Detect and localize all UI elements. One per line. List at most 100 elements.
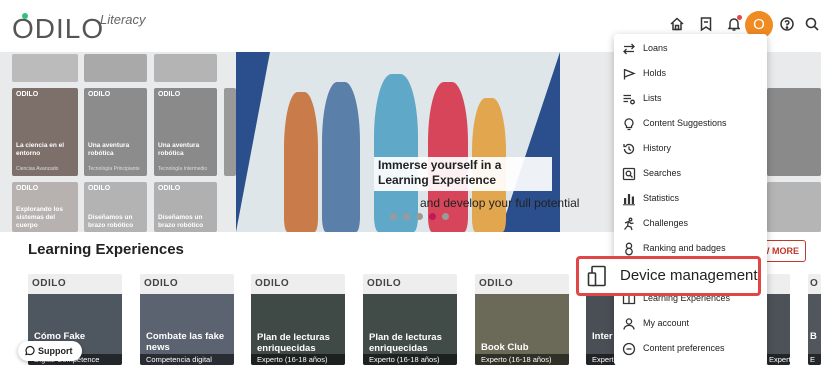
search-icon[interactable] [804, 16, 820, 32]
tile-title: Diseñamos un brazo robótico [158, 214, 204, 229]
carousel-dot-active[interactable] [429, 213, 436, 220]
device-icon [587, 265, 607, 287]
lists-icon [622, 92, 636, 106]
searches-icon [622, 167, 636, 181]
user-menu-dropdown: Loans Holds Lists Content Suggestions Hi… [614, 34, 767, 365]
course-card[interactable]: O B E [808, 274, 821, 365]
tile-course[interactable]: ODILO Diseñamos un brazo robótico [154, 182, 217, 232]
menu-item-holds[interactable]: Holds [614, 62, 767, 86]
menu-item-content-preferences[interactable]: Content preferences [614, 337, 767, 361]
chat-bubble-icon [25, 345, 35, 356]
tile-thumb[interactable] [12, 54, 78, 82]
menu-item-loans[interactable]: Loans [614, 37, 767, 61]
loans-icon [622, 42, 636, 56]
tile-title: Explorando los sistemas del cuerpo [16, 206, 63, 229]
course-card[interactable]: ODILO Plan de lecturas enriquecidas Expe… [251, 274, 345, 365]
tile-course[interactable]: ODILO La ciencia en el entorno Ciencias … [12, 88, 78, 176]
menu-item-label: Holds [643, 68, 667, 78]
carousel-dot[interactable] [442, 213, 449, 220]
menu-item-challenges[interactable]: Challenges [614, 212, 767, 236]
card-level: Expert (16-18 years) [586, 354, 616, 365]
account-icon [622, 317, 636, 331]
tile-course[interactable] [224, 88, 236, 176]
tile-brand: ODILO [88, 91, 111, 98]
card-title: Inter Read [592, 331, 616, 342]
course-card[interactable]: ODILO Book Club Experto (16-18 años) [475, 274, 569, 365]
card-brand: O [810, 278, 819, 289]
tile-course[interactable]: ODILO Una aventura robótica Tecnología P… [84, 88, 147, 176]
section-title: Learning Experiences [28, 241, 184, 258]
menu-item-device-management[interactable]: Device management [576, 256, 761, 296]
app: ODILO La ciencia en el entorno Ciencias … [0, 0, 821, 365]
card-title: Plan de lecturas enriquecidas [369, 332, 442, 354]
tile-title: La ciencia en el entorno [16, 142, 65, 157]
card-brand: ODILO [367, 278, 402, 289]
card-title: Plan de lecturas enriquecidas [257, 332, 330, 354]
tile-course[interactable]: ODILO Explorando los sistemas del cuerpo [12, 182, 78, 232]
card-brand: ODILO [479, 278, 514, 289]
carousel-dot[interactable] [390, 213, 397, 220]
card-level: Experto (16-18 años) [363, 354, 457, 365]
course-card[interactable]: ODILO Plan de lecturas enriquecidas Expe… [363, 274, 457, 365]
help-icon[interactable] [779, 16, 795, 32]
ranking-icon [622, 242, 636, 256]
card-brand: ODILO [144, 278, 179, 289]
tile-thumb[interactable] [154, 54, 217, 82]
preferences-icon [622, 342, 636, 356]
menu-item-label: Loans [643, 43, 668, 53]
menu-item-content-suggestions[interactable]: Content Suggestions [614, 112, 767, 136]
menu-item-searches[interactable]: Searches [614, 162, 767, 186]
card-level: E [808, 354, 821, 365]
menu-item-history[interactable]: History [614, 137, 767, 161]
menu-item-label: My account [643, 318, 690, 328]
menu-item-label: History [643, 143, 672, 153]
card-level: Competencia digital [140, 354, 234, 365]
card-level: Experto (16-18 años) [475, 354, 569, 365]
tile-course[interactable] [767, 182, 821, 232]
tile-course[interactable] [767, 88, 821, 176]
course-card[interactable]: ODILO Combate las fake news Competencia … [140, 274, 234, 365]
tile-thumb[interactable] [84, 54, 147, 82]
tile-title: Una aventura robótica [88, 142, 130, 157]
logo-dot [22, 13, 28, 19]
menu-item-my-account[interactable]: My account [614, 312, 767, 336]
tile-brand: ODILO [16, 91, 39, 98]
tile-title: Una aventura robótica [158, 142, 200, 157]
hero-decoration [236, 52, 270, 232]
tile-brand: ODILO [158, 91, 181, 98]
tile-level: Tecnología Intermedio [158, 166, 208, 172]
card-title: Combate las fake news [146, 331, 225, 353]
hero-subtitle: and develop your full potential [420, 196, 580, 210]
tile-brand: ODILO [16, 185, 39, 192]
course-card[interactable]: Experto (16-18 años) [767, 274, 790, 365]
menu-item-statistics[interactable]: Statistics [614, 187, 767, 211]
notification-badge [737, 15, 742, 20]
support-button[interactable]: Support [18, 341, 82, 361]
hero-illustration [374, 74, 418, 232]
card-brand: ODILO [32, 278, 67, 289]
menu-item-label: Challenges [643, 218, 689, 228]
card-level: Experto (16-18 años) [251, 354, 345, 365]
hero-illustration [284, 92, 318, 232]
bookmark-icon[interactable] [698, 16, 714, 32]
carousel-dot[interactable] [416, 213, 423, 220]
menu-item-label: Ranking and badges [643, 243, 726, 253]
carousel-dot[interactable] [403, 213, 410, 220]
tile-course[interactable]: ODILO Una aventura robótica Tecnología I… [154, 88, 217, 176]
card-brand: ODILO [255, 278, 290, 289]
menu-item-label: Statistics [643, 193, 680, 203]
history-icon [622, 142, 636, 156]
menu-item-label: Device management [620, 267, 758, 284]
tile-brand: ODILO [158, 185, 181, 192]
menu-item-lists[interactable]: Lists [614, 87, 767, 111]
card-level: Experto (16-18 años) [767, 354, 790, 365]
tile-level: Ciencias Avanzado [16, 166, 59, 172]
menu-item-label: Content Suggestions [643, 118, 727, 128]
home-icon[interactable] [669, 16, 685, 32]
logo-subtitle: Literacy [100, 12, 146, 27]
challenges-icon [622, 217, 636, 231]
card-title: B [810, 331, 817, 342]
tile-course[interactable]: ODILO Diseñamos un brazo robótico [84, 182, 147, 232]
tile-title: Diseñamos un brazo robótico [88, 214, 134, 229]
support-label: Support [38, 346, 73, 356]
